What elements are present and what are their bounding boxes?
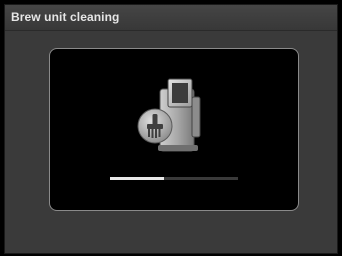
display-screen: Brew unit cleaning bbox=[4, 4, 338, 254]
cleaning-panel bbox=[49, 48, 299, 211]
cleaning-brush-icon bbox=[137, 108, 173, 144]
progress-bar-fill bbox=[110, 177, 164, 180]
title-bar: Brew unit cleaning bbox=[5, 5, 337, 31]
screen-title: Brew unit cleaning bbox=[11, 10, 120, 24]
progress-bar bbox=[110, 177, 238, 180]
